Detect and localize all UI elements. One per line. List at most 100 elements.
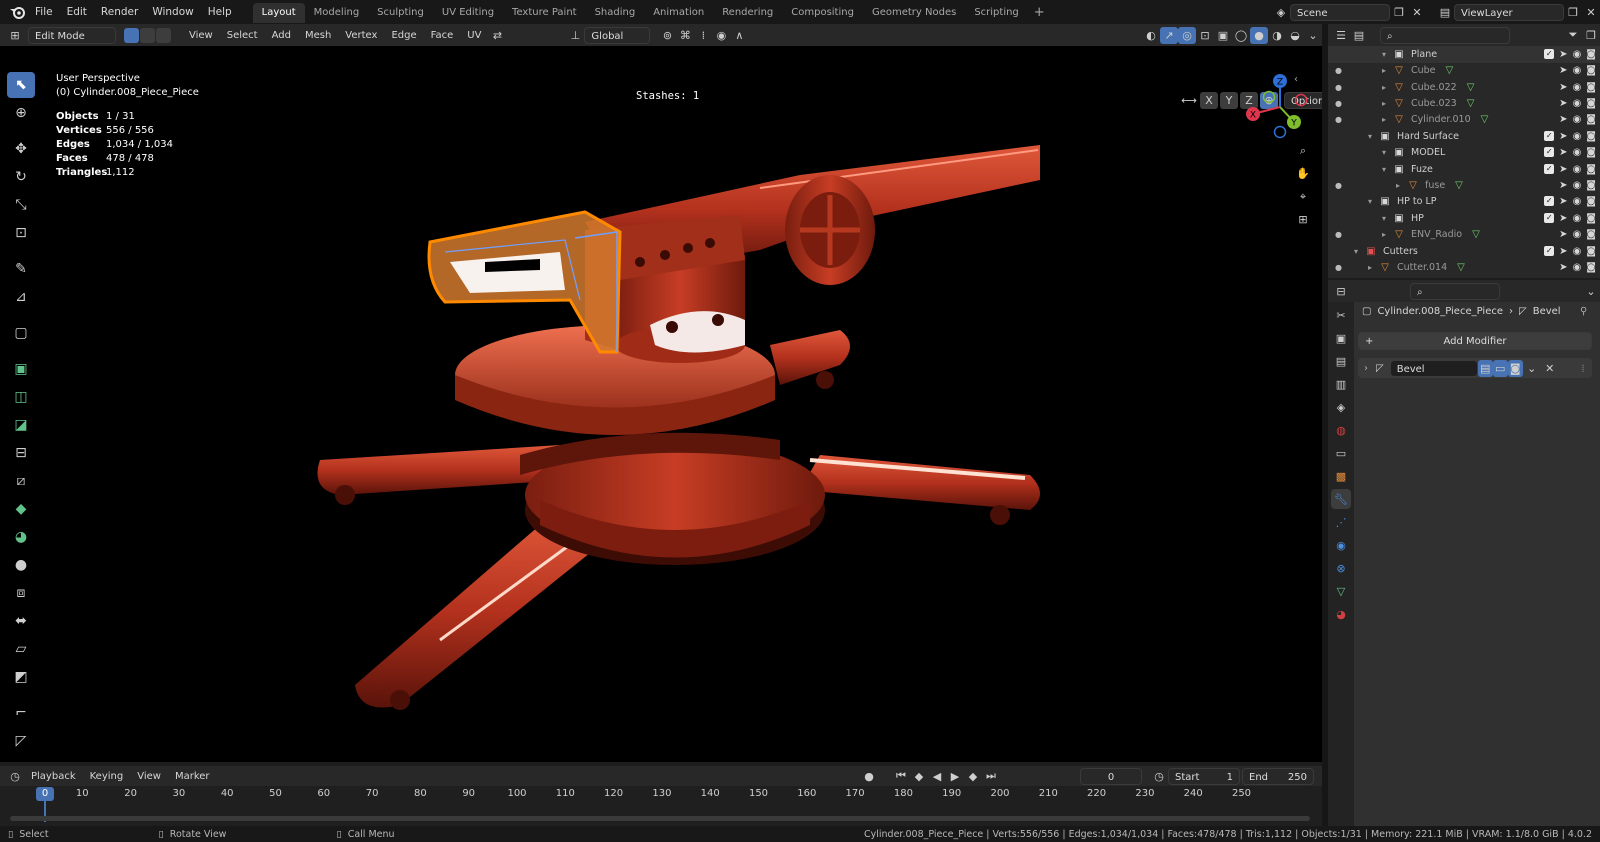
scene-close-icon[interactable]: ✕ — [1408, 4, 1426, 21]
view-layer-tab-icon[interactable]: ▥ — [1331, 374, 1351, 394]
select-arrow-icon[interactable]: ➤ — [1559, 246, 1567, 257]
eye-icon[interactable]: ◉ — [1573, 246, 1582, 257]
camera-icon[interactable]: ◙ — [1586, 180, 1596, 191]
edit-mode-dot-icon[interactable]: ● — [1335, 83, 1342, 92]
outliner-editor-icon[interactable]: ☰ — [1332, 27, 1350, 44]
jump-end-icon[interactable]: ⏭ — [982, 768, 1000, 785]
expand-arrow-icon[interactable]: ▸ — [1382, 115, 1392, 124]
edit-mode-dot-icon[interactable]: ● — [1335, 230, 1342, 239]
select-arrow-icon[interactable]: ➤ — [1559, 114, 1567, 125]
eye-icon[interactable]: ◉ — [1573, 98, 1582, 109]
add-modifier-button[interactable]: + Add Modifier — [1358, 332, 1592, 350]
rotate-tool-icon[interactable]: ↻ — [7, 164, 35, 190]
include-checkbox-icon[interactable]: ✓ — [1544, 245, 1555, 256]
eye-icon[interactable]: ◉ — [1573, 49, 1582, 60]
transform-tool-icon[interactable]: ⊡ — [7, 220, 35, 246]
expand-arrow-icon[interactable]: ▾ — [1368, 132, 1378, 141]
expand-arrow-icon[interactable]: ▾ — [1354, 247, 1364, 256]
outliner-row[interactable]: ● ▸ ▽ Cylinder.010 ▽ ➤ ◉ ◙ — [1328, 112, 1600, 129]
play-icon[interactable]: ▶ — [946, 768, 964, 785]
move-tool-icon[interactable]: ✥ — [7, 136, 35, 162]
annotate-tool-icon[interactable]: ✎ — [7, 256, 35, 282]
shading-options-icon[interactable]: ⌄ — [1304, 27, 1322, 44]
outliner-row[interactable]: ● ▸ ▽ fuse ▽ ➤ ◉ ◙ — [1328, 177, 1600, 194]
edge-select-button[interactable] — [140, 27, 155, 43]
world-tab-icon[interactable]: ◍ — [1331, 420, 1351, 440]
workspace-tab-geometry-nodes[interactable]: Geometry Nodes — [863, 3, 965, 23]
rendered-shading-icon[interactable]: ◒ — [1286, 27, 1304, 44]
include-checkbox-icon[interactable]: ✓ — [1544, 48, 1555, 59]
uv-sync-icon[interactable]: ⇄ — [488, 27, 506, 44]
add-cube-tool-icon[interactable]: ▢ — [7, 320, 35, 346]
eye-icon[interactable]: ◉ — [1573, 82, 1582, 93]
mode-selector[interactable]: Edit Mode — [28, 26, 116, 44]
workspace-tab-shading[interactable]: Shading — [586, 3, 645, 23]
outliner-row[interactable]: ▾ ▣ Fuze ✓ ➤ ◉ ◙ — [1328, 161, 1600, 178]
timeline-scrollbar[interactable] — [10, 816, 1310, 821]
output-tab-icon[interactable]: ▤ — [1331, 351, 1351, 371]
select-box-tool-icon[interactable]: ⬉ — [7, 72, 35, 98]
physics-tab-icon[interactable]: ◉ — [1331, 535, 1351, 555]
xray-icon[interactable]: ▣ — [1214, 27, 1232, 44]
axis-x-toggle[interactable]: X — [1200, 92, 1218, 109]
workspace-tab-rendering[interactable]: Rendering — [713, 3, 782, 23]
expand-arrow-icon[interactable]: ▸ — [1382, 83, 1392, 92]
outliner-row[interactable]: ▾ ▣ HP ✓ ➤ ◉ ◙ — [1328, 210, 1600, 227]
menu-window[interactable]: Window — [145, 0, 200, 24]
cursor-tool-icon[interactable]: ⊕ — [7, 100, 35, 126]
outliner-row[interactable]: ● ▸ ▽ Cube.023 ▽ ➤ ◉ ◙ — [1328, 95, 1600, 112]
gizmo-toggle-icon[interactable]: ↗ — [1160, 26, 1178, 44]
next-keyframe-icon[interactable]: ◆ — [964, 768, 982, 785]
edit-mode-dot-icon[interactable]: ● — [1335, 181, 1342, 190]
loop-cut-tool-icon[interactable]: ⊟ — [7, 440, 35, 466]
edit-mode-dot-icon[interactable]: ● — [1335, 99, 1342, 108]
spin-tool-icon[interactable]: ◕ — [7, 524, 35, 550]
add-workspace-icon[interactable]: + — [1028, 5, 1051, 20]
select-arrow-icon[interactable]: ➤ — [1559, 82, 1567, 93]
outliner-row[interactable]: ● ▸ ▽ ENV_Radio ▽ ➤ ◉ ◙ — [1328, 226, 1600, 243]
timeline-menu-marker[interactable]: Marker — [168, 771, 217, 782]
workspace-tab-compositing[interactable]: Compositing — [782, 3, 863, 23]
outliner-row[interactable]: ▾ ▣ HP to LP ✓ ➤ ◉ ◙ — [1328, 194, 1600, 211]
camera-icon[interactable]: ◙ — [1586, 147, 1596, 158]
render-tab-icon[interactable]: ▣ — [1331, 328, 1351, 348]
jump-start-icon[interactable]: ⏮ — [892, 768, 910, 785]
include-checkbox-icon[interactable]: ✓ — [1544, 147, 1555, 158]
edit-mode-dot-icon[interactable]: ● — [1335, 115, 1342, 124]
header-menu-vertex[interactable]: Vertex — [338, 30, 384, 41]
end-frame-field[interactable]: End 250 — [1242, 767, 1314, 785]
start-frame-field[interactable]: Start 1 — [1168, 767, 1240, 785]
edit-mode-dot-icon[interactable]: ● — [1335, 66, 1342, 75]
knife-tool-icon[interactable]: ⧄ — [7, 468, 35, 494]
overlay-toggle-icon[interactable]: ◎ — [1178, 26, 1196, 44]
pin-icon[interactable]: ⚲ — [1580, 306, 1587, 317]
outliner-row[interactable]: ● ▸ ▽ Cube.022 ▽ ➤ ◉ ◙ — [1328, 79, 1600, 96]
edit-mode-toggle-icon[interactable]: ▤ — [1477, 359, 1493, 377]
viewport-toggle-icon[interactable]: ▭ — [1492, 359, 1508, 377]
play-reverse-icon[interactable]: ◀ — [928, 768, 946, 785]
include-checkbox-icon[interactable]: ✓ — [1544, 130, 1555, 141]
mesh-edit-overlay-icon[interactable]: ⊡ — [1196, 27, 1214, 44]
expand-arrow-icon[interactable]: ▾ — [1382, 214, 1392, 223]
include-checkbox-icon[interactable]: ✓ — [1544, 163, 1555, 174]
outliner-display-mode-icon[interactable]: ▤ — [1350, 27, 1368, 44]
include-checkbox-icon[interactable]: ✓ — [1544, 212, 1555, 223]
select-arrow-icon[interactable]: ➤ — [1559, 180, 1567, 191]
header-menu-select[interactable]: Select — [220, 30, 265, 41]
ortho-grid-icon[interactable]: ⊞ — [1294, 211, 1312, 228]
timeline-menu-view[interactable]: View — [130, 771, 168, 782]
select-arrow-icon[interactable]: ➤ — [1559, 49, 1567, 60]
modifier-remove-icon[interactable]: ✕ — [1541, 360, 1559, 377]
eye-icon[interactable]: ◉ — [1573, 147, 1582, 158]
scene-copy-icon[interactable]: ❐ — [1390, 4, 1408, 21]
header-menu-add[interactable]: Add — [265, 30, 298, 41]
eye-icon[interactable]: ◉ — [1573, 213, 1582, 224]
scene-tab-icon[interactable]: ◈ — [1331, 397, 1351, 417]
tool-tab-icon[interactable]: ✂ — [1331, 305, 1351, 325]
vertex-select-button[interactable] — [124, 27, 139, 43]
workspace-tab-animation[interactable]: Animation — [644, 3, 713, 23]
timeline-menu-keying[interactable]: Keying — [83, 771, 131, 782]
camera-view-icon[interactable]: ⌖ — [1294, 188, 1312, 205]
modifier-name-field[interactable]: Bevel — [1389, 359, 1478, 377]
zoom-icon[interactable]: ⌕ — [1294, 142, 1312, 159]
